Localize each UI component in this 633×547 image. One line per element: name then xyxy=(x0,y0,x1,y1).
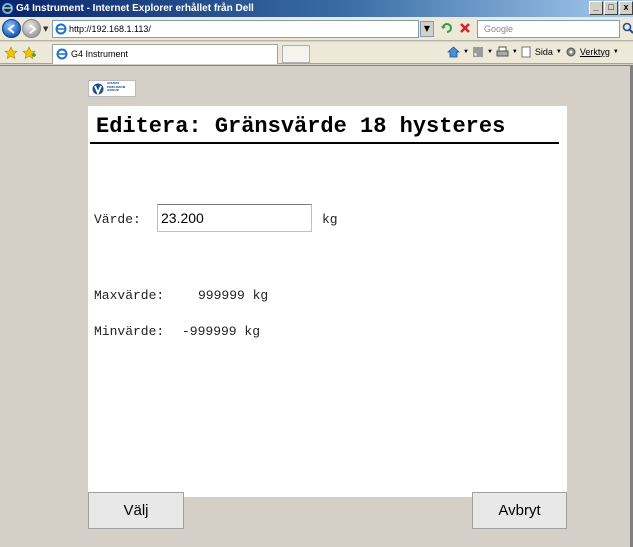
tab-bar: G4 Instrument ▼ ▼ ▼ Sida ▼ Verktyg ▼ xyxy=(0,42,633,64)
page-dropdown-icon[interactable]: ▼ xyxy=(556,49,562,55)
feeds-dropdown-icon[interactable]: ▼ xyxy=(487,49,493,55)
vpg-logo-icon xyxy=(92,83,104,95)
tools-menu[interactable]: Verktyg xyxy=(580,47,610,57)
minimize-button[interactable]: _ xyxy=(589,1,603,15)
title-divider xyxy=(90,142,559,144)
ie-tab-icon xyxy=(56,48,68,60)
maximize-button[interactable]: □ xyxy=(604,1,618,15)
command-bar: ▼ ▼ ▼ Sida ▼ Verktyg ▼ xyxy=(447,45,619,58)
value-unit: kg xyxy=(322,212,338,227)
home-dropdown-icon[interactable]: ▼ xyxy=(463,49,469,55)
page-viewport: VISHAY PRECISION GROUP Editera: Gränsvär… xyxy=(0,65,633,547)
arrow-left-icon xyxy=(7,24,15,34)
ie-icon xyxy=(2,3,13,14)
new-tab-button[interactable] xyxy=(282,45,310,63)
home-icon[interactable] xyxy=(447,45,460,58)
arrow-right-icon xyxy=(29,24,37,34)
window-title: G4 Instrument - Internet Explorer erhåll… xyxy=(16,3,254,14)
search-input[interactable]: Google xyxy=(477,20,620,38)
max-value: 999999 kg xyxy=(198,288,269,303)
refresh-icon[interactable] xyxy=(440,21,454,35)
max-label: Maxvärde: xyxy=(94,288,165,303)
forward-button[interactable] xyxy=(22,19,41,38)
select-button[interactable]: Välj xyxy=(88,492,184,529)
min-label: Minvärde: xyxy=(94,324,165,339)
page-icon xyxy=(521,46,531,57)
favorites-star-icon[interactable] xyxy=(4,46,18,60)
value-label: Värde: xyxy=(94,212,141,227)
page-menu[interactable]: Sida xyxy=(535,47,553,57)
feeds-icon[interactable] xyxy=(472,46,484,58)
ie-page-icon xyxy=(55,23,67,35)
search-icon[interactable] xyxy=(621,21,633,35)
address-dropdown-icon[interactable]: ▼ xyxy=(420,21,434,37)
tools-gear-icon xyxy=(566,47,576,56)
window-controls: _ □ x xyxy=(589,1,633,15)
print-icon[interactable] xyxy=(496,46,509,58)
address-text: http://192.168.1.113/ xyxy=(69,24,151,34)
add-favorite-icon[interactable] xyxy=(22,46,36,60)
tab-g4-instrument[interactable]: G4 Instrument xyxy=(52,44,278,64)
edit-panel: Editera: Gränsvärde 18 hysteres Värde: k… xyxy=(88,106,567,497)
navigation-bar: ▼ http://192.168.1.113/ ▼ Google xyxy=(0,17,633,41)
cancel-button[interactable]: Avbryt xyxy=(472,492,567,529)
history-dropdown-icon[interactable]: ▼ xyxy=(43,25,48,33)
address-bar[interactable]: http://192.168.1.113/ xyxy=(52,20,419,38)
value-input[interactable] xyxy=(157,204,312,232)
stop-icon[interactable] xyxy=(458,21,472,35)
tools-dropdown-icon[interactable]: ▼ xyxy=(613,49,619,55)
print-dropdown-icon[interactable]: ▼ xyxy=(512,49,518,55)
tab-label: G4 Instrument xyxy=(71,49,129,59)
vishay-logo: VISHAY PRECISION GROUP xyxy=(88,80,136,97)
back-button[interactable] xyxy=(2,19,21,38)
min-value: -999999 kg xyxy=(182,324,261,339)
window-titlebar: G4 Instrument - Internet Explorer erhåll… xyxy=(0,0,633,17)
logo-text: VISHAY PRECISION GROUP xyxy=(107,81,126,92)
page-title: Editera: Gränsvärde 18 hysteres xyxy=(96,114,506,139)
close-button[interactable]: x xyxy=(619,1,633,15)
